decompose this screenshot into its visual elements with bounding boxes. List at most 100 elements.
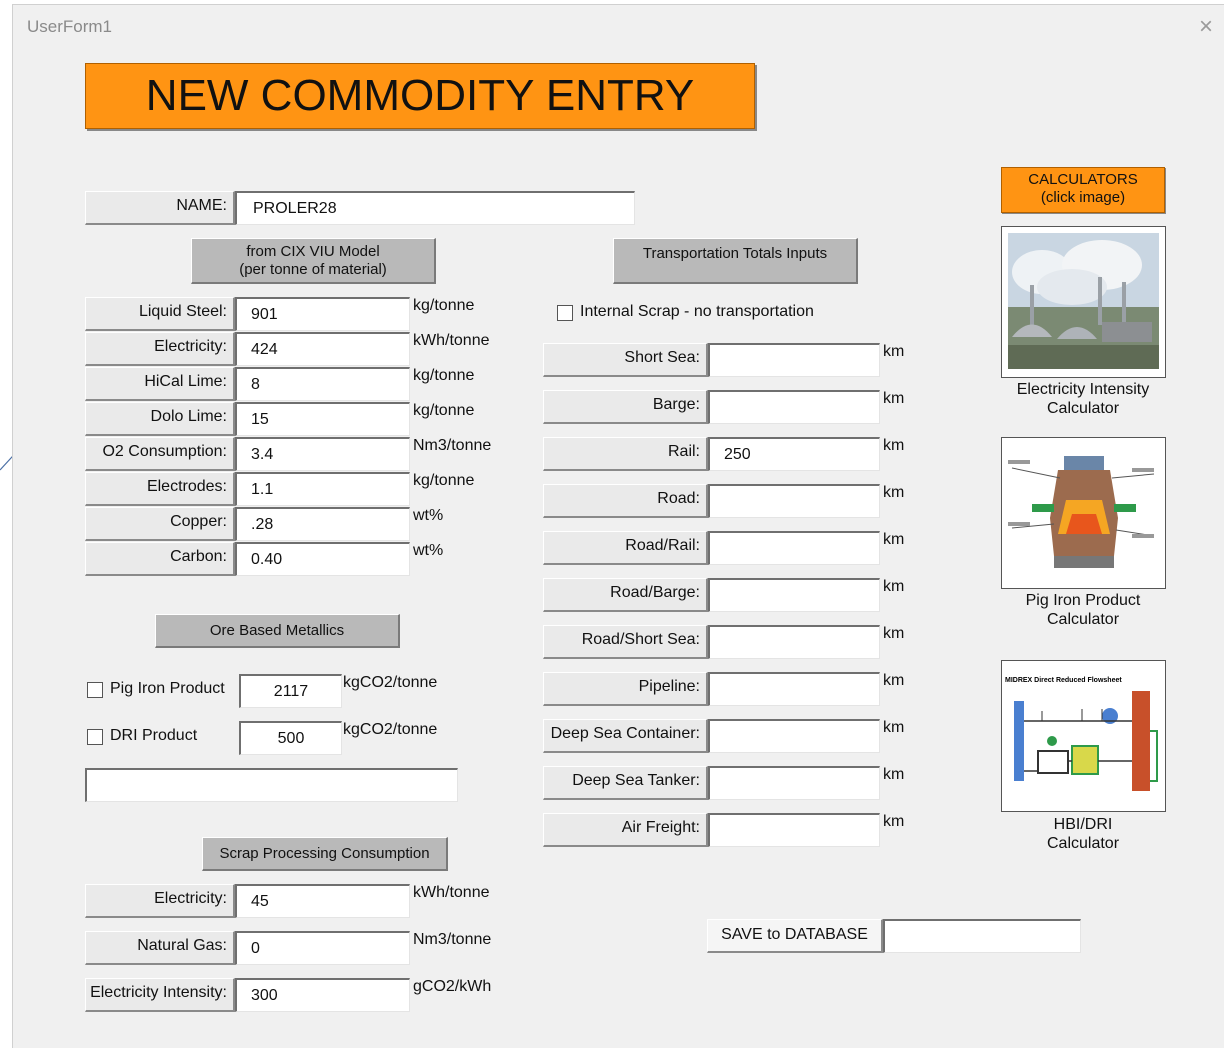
blast-furnace-icon	[1008, 456, 1155, 568]
hical-lime-field[interactable]: 8	[235, 367, 410, 401]
field-label: Electricity Intensity:	[85, 978, 235, 1012]
field-unit: km	[883, 672, 905, 689]
field-unit: km	[883, 766, 905, 783]
short-sea-field[interactable]	[708, 343, 880, 377]
barge-field[interactable]	[708, 390, 880, 424]
internal-scrap-checkbox[interactable]	[557, 305, 573, 321]
field-unit: km	[883, 531, 905, 548]
dri-label: DRI Product	[110, 727, 198, 744]
transportation-totals-button[interactable]: Transportation Totals Inputs	[613, 238, 858, 284]
field-label: Carbon:	[85, 542, 235, 576]
name-label: NAME:	[85, 191, 235, 225]
pig-iron-unit: kgCO2/tonne	[343, 674, 438, 691]
scrap-processing-button[interactable]: Scrap Processing Consumption	[202, 837, 448, 871]
field-label: Road:	[543, 484, 708, 518]
deep-sea-container-field[interactable]	[708, 719, 880, 753]
caption-line2: Calculator	[1046, 611, 1120, 628]
save-to-database-button[interactable]: SAVE to DATABASE	[707, 919, 883, 953]
field-unit: km	[883, 437, 905, 454]
road-field[interactable]	[708, 484, 880, 518]
name-field[interactable]: PROLER28	[235, 191, 635, 225]
field-unit: wt%	[413, 542, 444, 559]
dri-field[interactable]: 500	[239, 721, 342, 755]
field-unit: kg/tonne	[413, 472, 475, 489]
electricity-intensity-field[interactable]: 300	[235, 978, 410, 1012]
field-unit: km	[883, 484, 905, 501]
field-label: Natural Gas:	[85, 931, 235, 965]
power-plant-icon	[1008, 233, 1159, 369]
field-unit: km	[883, 813, 905, 830]
calculators-button[interactable]: CALCULATORS (click image)	[1001, 167, 1165, 213]
field-unit: kg/tonne	[413, 367, 475, 384]
field-label: Rail:	[543, 437, 708, 471]
calculators-line2: (click image)	[1040, 189, 1126, 206]
pig-iron-caption: Pig Iron Product Calculator	[993, 591, 1173, 629]
o2-consumption-field[interactable]: 3.4	[235, 437, 410, 471]
field-unit: km	[883, 578, 905, 595]
field-unit: km	[883, 719, 905, 736]
electricity-field[interactable]: 424	[235, 332, 410, 366]
air-freight-field[interactable]	[708, 813, 880, 847]
flowsheet-title: MIDREX Direct Reduced Flowsheet	[1005, 677, 1122, 684]
field-label: Deep Sea Container:	[543, 719, 708, 753]
pig-iron-calculator-image[interactable]	[1001, 437, 1166, 589]
field-unit: Nm3/tonne	[413, 931, 492, 948]
hbi-dri-caption: HBI/DRI Calculator	[993, 815, 1173, 853]
internal-scrap-label: Internal Scrap - no transportation	[580, 303, 814, 320]
copper-field[interactable]: .28	[235, 507, 410, 541]
pipeline-field[interactable]	[708, 672, 880, 706]
field-label: Deep Sea Tanker:	[543, 766, 708, 800]
field-unit: kg/tonne	[413, 402, 475, 419]
natural-gas-field[interactable]: 0	[235, 931, 410, 965]
calculators-line1: CALCULATORS	[1028, 171, 1138, 188]
save-status-field[interactable]	[883, 919, 1081, 953]
caption-line2: Calculator	[1046, 400, 1120, 417]
road-barge-field[interactable]	[708, 578, 880, 612]
field-label: Barge:	[543, 390, 708, 424]
page-title-banner: NEW COMMODITY ENTRY	[85, 63, 755, 129]
viu-button-line1: from CIX VIU Model	[246, 243, 380, 260]
field-label: Air Freight:	[543, 813, 708, 847]
caption-line1: HBI/DRI	[1053, 816, 1113, 833]
dolo-lime-field[interactable]: 15	[235, 402, 410, 436]
close-icon[interactable]: ×	[1199, 13, 1213, 41]
pig-iron-field[interactable]: 2117	[239, 674, 342, 708]
field-unit: Nm3/tonne	[413, 437, 492, 454]
electricity-intensity-calculator-image[interactable]	[1001, 226, 1166, 378]
liquid-steel-field[interactable]: 901	[235, 297, 410, 331]
electrodes-field[interactable]: 1.1	[235, 472, 410, 506]
ore-based-metallics-button[interactable]: Ore Based Metallics	[155, 614, 400, 648]
road-rail-field[interactable]	[708, 531, 880, 565]
field-unit: kWh/tonne	[413, 332, 490, 349]
field-label: Copper:	[85, 507, 235, 541]
field-unit: km	[883, 343, 905, 360]
carbon-field[interactable]: 0.40	[235, 542, 410, 576]
deep-sea-tanker-field[interactable]	[708, 766, 880, 800]
dri-checkbox[interactable]	[87, 729, 103, 745]
field-unit: wt%	[413, 507, 444, 524]
pig-iron-checkbox[interactable]	[87, 682, 103, 698]
field-label: Electricity:	[85, 332, 235, 366]
field-label: HiCal Lime:	[85, 367, 235, 401]
field-label: O2 Consumption:	[85, 437, 235, 471]
caption-line1: Electricity Intensity	[1016, 381, 1150, 398]
viu-button-line2: (per tonne of material)	[239, 261, 387, 278]
field-label: Liquid Steel:	[85, 297, 235, 331]
road-short-sea-field[interactable]	[708, 625, 880, 659]
scrap-electricity-field[interactable]: 45	[235, 884, 410, 918]
rail-field[interactable]: 250	[708, 437, 880, 471]
field-label: Electrodes:	[85, 472, 235, 506]
userform-window: UserForm1 × NEW COMMODITY ENTRY NAME: PR…	[12, 4, 1224, 1048]
electricity-intensity-caption: Electricity Intensity Calculator	[993, 380, 1173, 418]
field-label: Dolo Lime:	[85, 402, 235, 436]
field-unit: km	[883, 625, 905, 642]
field-unit: kg/tonne	[413, 297, 475, 314]
hbi-dri-calculator-image[interactable]: MIDREX Direct Reduced Flowsheet	[1001, 660, 1166, 812]
dri-unit: kgCO2/tonne	[343, 721, 438, 738]
caption-line1: Pig Iron Product	[1025, 592, 1141, 609]
ore-notes-field[interactable]	[85, 768, 458, 802]
field-unit: kWh/tonne	[413, 884, 490, 901]
viu-model-button[interactable]: from CIX VIU Model (per tonne of materia…	[191, 238, 436, 284]
field-label: Pipeline:	[543, 672, 708, 706]
pig-iron-label: Pig Iron Product	[110, 680, 225, 697]
